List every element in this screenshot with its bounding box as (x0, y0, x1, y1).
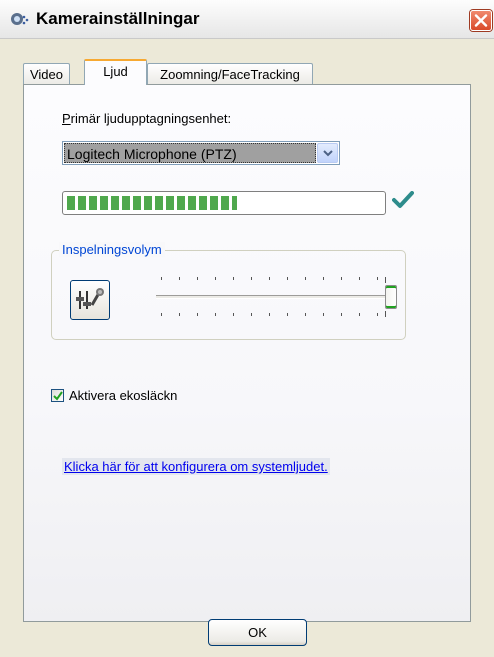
volume-slider-thumb[interactable] (385, 285, 397, 309)
chevron-down-icon (323, 150, 333, 157)
configure-system-audio-link[interactable]: Klicka här för att konfigurera om system… (62, 458, 330, 475)
device-select-arrow[interactable] (317, 143, 338, 163)
echo-cancel-checkbox[interactable] (51, 389, 64, 402)
tab-video[interactable]: Video (23, 63, 70, 84)
recording-volume-label: Inspelningsvolym (59, 242, 165, 257)
camera-settings-window: Kamerainställningar Video Ljud Zoomning/… (0, 0, 494, 657)
audio-level-fill (67, 196, 237, 210)
webcam-settings-icon (10, 11, 30, 27)
close-button[interactable] (470, 10, 492, 31)
ok-button[interactable]: OK (208, 619, 307, 646)
volume-ticks-top (161, 277, 386, 283)
mixer-mic-icon (76, 288, 104, 309)
check-icon (53, 391, 63, 401)
volume-ticks-bottom (161, 311, 386, 317)
volume-slider-track[interactable] (156, 295, 394, 299)
close-icon (474, 14, 488, 27)
echo-cancel-label[interactable]: Aktivera ekosläckn (69, 388, 177, 403)
device-select-value: Logitech Microphone (PTZ) (64, 143, 316, 163)
audio-level-meter (62, 191, 386, 215)
device-label-text: rimär ljudupptagningsenhet: (70, 111, 232, 126)
device-label: Primär ljudupptagningsenhet: (62, 111, 231, 126)
device-label-accesskey: P (62, 111, 71, 126)
device-select[interactable]: Logitech Microphone (PTZ) (62, 141, 340, 165)
checkmark-icon (392, 191, 414, 208)
mixer-mic-button[interactable] (70, 280, 110, 320)
tab-audio[interactable]: Ljud (84, 59, 147, 85)
title-bar[interactable]: Kamerainställningar (0, 0, 494, 39)
tab-zoom-facetracking[interactable]: Zoomning/FaceTracking (147, 63, 313, 84)
window-title: Kamerainställningar (36, 9, 200, 28)
